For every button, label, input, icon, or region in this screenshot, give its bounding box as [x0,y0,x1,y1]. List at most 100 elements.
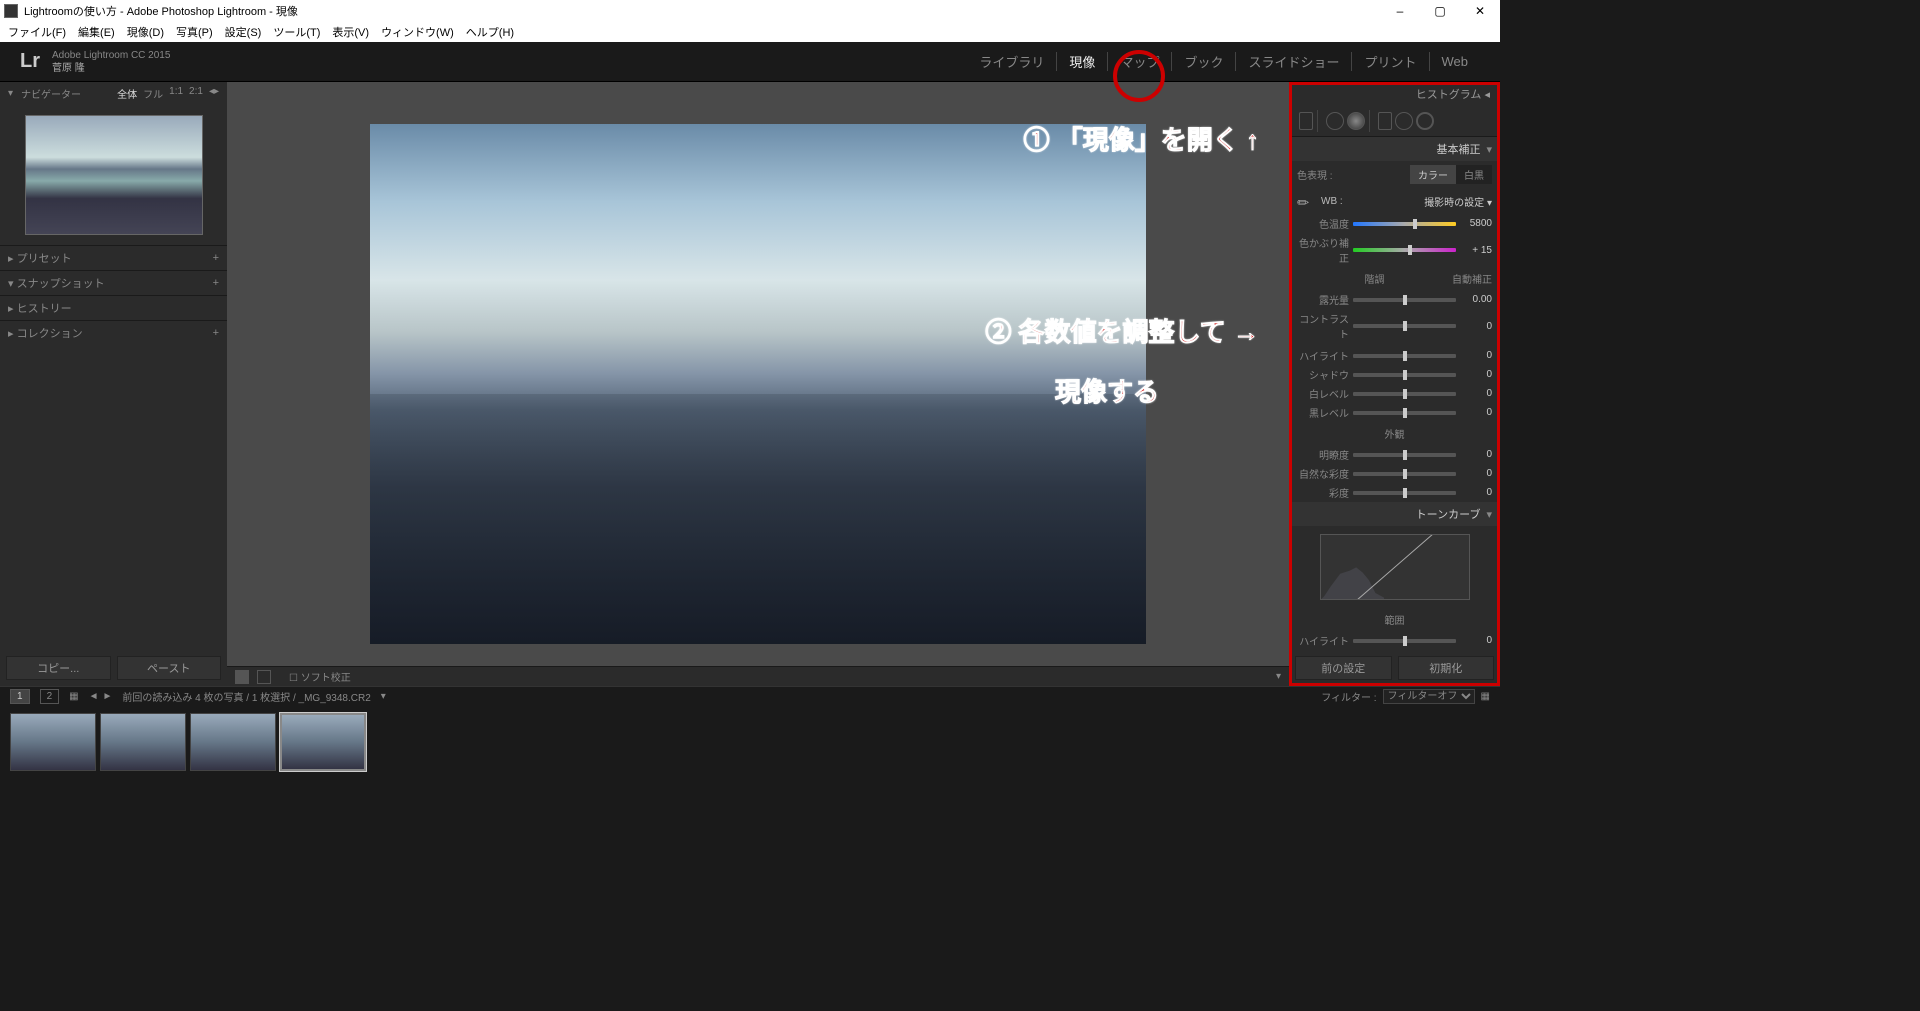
menu-tools[interactable]: ツール(T) [269,24,324,40]
tonecurve-header[interactable]: トーンカーブ▾ [1289,502,1500,526]
zoom-fill[interactable]: フル [143,86,163,101]
menu-help[interactable]: ヘルプ(H) [462,24,518,40]
toolbar-menu-icon[interactable]: ▾ [1276,671,1281,682]
previous-settings-button[interactable]: 前の設定 [1295,656,1392,680]
radial-tool-icon[interactable] [1395,112,1413,130]
gradient-tool-icon[interactable] [1378,112,1392,130]
menu-photo[interactable]: 写真(P) [172,24,217,40]
zoom-fit[interactable]: 全体 [117,86,137,101]
lightroom-logo: Lr [20,50,40,73]
panel-snapshots[interactable]: ▾ スナップショット + [0,270,227,295]
treatment-color[interactable]: カラー [1410,165,1456,184]
slider-whites[interactable]: 白レベル0 [1289,384,1500,403]
brush-tool-icon[interactable] [1416,112,1434,130]
display-1[interactable]: 1 [10,689,30,704]
presence-subhead: 外観 [1289,422,1500,445]
left-bottom-buttons: コピー... ペースト [0,650,227,686]
slider-region-highlights[interactable]: ハイライト0 [1289,631,1500,650]
paste-button[interactable]: ペースト [117,656,222,680]
auto-tone-button[interactable]: 自動補正 [1452,271,1492,286]
menu-view[interactable]: 表示(V) [328,24,373,40]
grid-icon[interactable]: ▦ [69,691,78,702]
photo-preview[interactable] [370,124,1146,644]
before-after-icon[interactable] [257,670,271,684]
app-identity: Adobe Lightroom CC 2015 菅原 隆 [52,49,170,75]
reset-button[interactable]: 初期化 [1398,656,1495,680]
tonecurve-widget[interactable] [1320,534,1470,600]
slider-shadows[interactable]: シャドウ0 [1289,365,1500,384]
basic-panel-header[interactable]: 基本補正▾ [1289,137,1500,161]
slider-contrast[interactable]: コントラスト0 [1289,309,1500,343]
loupe-view-icon[interactable] [235,670,249,684]
module-map[interactable]: マップ [1108,52,1172,71]
histogram-header[interactable]: ヒストグラム ◂ [1289,82,1500,106]
filmstrip-info: 前回の読み込み 4 枚の写真 / 1 枚選択 / _MG_9348.CR2 [122,689,370,704]
app-header: Lr Adobe Lightroom CC 2015 菅原 隆 ライブラリ 現像… [0,42,1500,82]
nav-back-icon[interactable]: ◄ [89,691,99,702]
navigator-preview[interactable] [25,115,203,235]
plus-icon[interactable]: + [213,277,219,289]
minimize-button[interactable]: – [1380,0,1420,22]
slider-highlights[interactable]: ハイライト0 [1289,346,1500,365]
collections-label: コレクション [17,328,83,340]
filter-label: フィルター : [1321,689,1376,704]
wb-dropper-icon[interactable] [1293,188,1318,213]
copy-button[interactable]: コピー... [6,656,111,680]
menu-settings[interactable]: 設定(S) [221,24,266,40]
filmstrip-thumb[interactable] [10,713,96,771]
nav-fwd-icon[interactable]: ► [102,691,112,702]
filter-select[interactable]: フィルターオフ [1383,689,1475,704]
slider-blacks[interactable]: 黒レベル0 [1289,403,1500,422]
filmstrip-thumb[interactable] [190,713,276,771]
treatment-bw[interactable]: 白黒 [1456,165,1492,184]
module-slideshow[interactable]: スライドショー [1236,52,1352,71]
menubar: ファイル(F) 編集(E) 現像(D) 写真(P) 設定(S) ツール(T) 表… [0,22,1500,42]
zoom-1-1[interactable]: 1:1 [169,86,183,101]
slider-tint[interactable]: 色かぶり補正 + 15 [1289,233,1500,267]
slider-vibrance[interactable]: 自然な彩度0 [1289,464,1500,483]
titlebar: Lightroomの使い方 - Adobe Photoshop Lightroo… [0,0,1500,22]
plus-icon[interactable]: + [213,327,219,339]
crop-tool-icon[interactable] [1299,112,1313,130]
snapshots-label: スナップショット [17,278,105,290]
product-name: Adobe Lightroom CC 2015 [52,49,170,62]
module-web[interactable]: Web [1430,54,1481,69]
navigator-label: ナビゲーター [21,86,81,101]
panel-presets[interactable]: ▸ プリセット + [0,245,227,270]
menu-develop[interactable]: 現像(D) [123,24,168,40]
spot-tool-icon[interactable] [1326,112,1344,130]
zoom-more-icon[interactable]: ◂▸ [209,86,219,101]
module-develop[interactable]: 現像 [1057,52,1108,71]
filter-lock-icon[interactable]: ▦ [1481,691,1490,702]
slider-temp[interactable]: 色温度 5800 [1289,214,1500,233]
presets-label: プリセット [17,253,72,265]
zoom-2-1[interactable]: 2:1 [189,86,203,101]
wb-row: WB : 撮影時の設定 ▾ [1289,188,1500,214]
chevron-down-icon[interactable]: ▾ [8,88,13,99]
menu-window[interactable]: ウィンドウ(W) [377,24,458,40]
menu-edit[interactable]: 編集(E) [74,24,119,40]
slider-exposure[interactable]: 露光量0.00 [1289,290,1500,309]
module-print[interactable]: プリント [1352,52,1429,71]
soft-proof-label[interactable]: ソフト校正 [301,673,351,684]
maximize-button[interactable]: ▢ [1420,0,1460,22]
center-preview-area: ① 「現像」を開く ↑ ② 各数値を調整して → 現像する ☐ ソフト校正 ▾ [227,82,1289,686]
display-2[interactable]: 2 [40,689,60,704]
dropdown-icon[interactable]: ▾ [381,691,386,702]
panel-collections[interactable]: ▸ コレクション + [0,320,227,345]
module-library[interactable]: ライブラリ [967,52,1057,71]
module-book[interactable]: ブック [1172,52,1236,71]
plus-icon[interactable]: + [213,252,219,264]
close-button[interactable]: ✕ [1460,0,1500,22]
filmstrip-thumb-selected[interactable] [280,713,366,771]
redeye-tool-icon[interactable] [1347,112,1365,130]
slider-saturation[interactable]: 彩度0 [1289,483,1500,502]
panel-history[interactable]: ▸ ヒストリー [0,295,227,320]
wb-value[interactable]: 撮影時の設定 ▾ [1424,194,1492,209]
filmstrip-thumb[interactable] [100,713,186,771]
menu-file[interactable]: ファイル(F) [4,24,70,40]
app-icon [4,4,18,18]
slider-clarity[interactable]: 明瞭度0 [1289,445,1500,464]
secondary-toolbar: ☐ ソフト校正 ▾ [227,666,1289,686]
left-panel: ▾ ナビゲーター 全体 フル 1:1 2:1 ◂▸ ▸ プリセット + ▾ スナ… [0,82,227,686]
